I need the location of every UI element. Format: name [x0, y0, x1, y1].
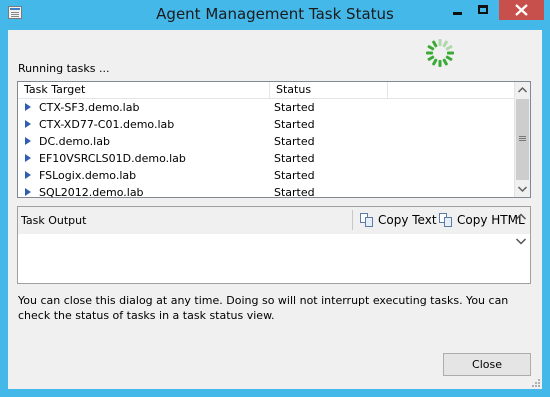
close-window-button[interactable] — [499, 0, 544, 20]
task-list-header: Task Target Status — [18, 82, 516, 99]
task-row[interactable]: CTX-XD77-C01.demo.lab Started — [18, 116, 516, 133]
task-row[interactable]: EF10VSRCLS01D.demo.lab Started — [18, 150, 516, 167]
task-output-toolbar: Task Output Copy Text Copy HTML — [18, 207, 530, 234]
task-status: Started — [274, 101, 315, 114]
dialog-client-area: Running tasks ... Task Target Status CTX… — [8, 30, 542, 389]
task-status: Started — [274, 118, 315, 131]
task-row[interactable]: CTX-SF3.demo.lab Started — [18, 99, 516, 116]
task-list-scrollbar[interactable] — [514, 82, 530, 197]
copy-icon — [439, 213, 453, 227]
expand-arrow-icon[interactable] — [25, 103, 31, 111]
column-header-task-target[interactable]: Task Target — [18, 82, 270, 98]
scroll-thumb[interactable] — [516, 99, 529, 180]
task-target: SQL2012.demo.lab — [39, 186, 144, 199]
output-scroll-down-button[interactable] — [515, 235, 527, 247]
chevron-down-icon — [515, 238, 527, 245]
task-target: EF10VSRCLS01D.demo.lab — [39, 152, 186, 165]
task-row[interactable]: DC.demo.lab Started — [18, 133, 516, 150]
column-header-status[interactable]: Status — [270, 82, 388, 98]
expand-arrow-icon[interactable] — [25, 154, 31, 162]
expand-arrow-icon[interactable] — [25, 171, 31, 179]
copy-text-label: Copy Text — [378, 213, 437, 227]
task-status: Started — [274, 135, 315, 148]
task-target: FSLogix.demo.lab — [39, 169, 137, 182]
title-bar[interactable]: Agent Management Task Status — [0, 0, 550, 28]
minimize-button[interactable] — [444, 0, 470, 20]
chevron-up-icon — [515, 213, 527, 220]
task-target: CTX-SF3.demo.lab — [39, 101, 140, 114]
task-output-label: Task Output — [21, 214, 87, 227]
expand-arrow-icon[interactable] — [25, 188, 31, 196]
task-output-panel: Task Output Copy Text Copy HTML — [17, 206, 531, 284]
task-status: Started — [274, 169, 315, 182]
task-row[interactable]: FSLogix.demo.lab Started — [18, 167, 516, 184]
task-status: Started — [274, 152, 315, 165]
output-scroll-up-button[interactable] — [515, 211, 527, 223]
task-list[interactable]: Task Target Status CTX-SF3.demo.lab Star… — [17, 81, 531, 201]
scroll-down-button[interactable] — [515, 181, 530, 197]
task-rows: CTX-SF3.demo.lab Started CTX-XD77-C01.de… — [18, 99, 516, 201]
toolbar-separator — [352, 210, 353, 230]
task-target: DC.demo.lab — [39, 135, 110, 148]
close-icon — [515, 4, 528, 16]
resize-grip-icon[interactable] — [531, 378, 541, 388]
chevron-down-icon — [517, 186, 528, 193]
task-output-text[interactable] — [18, 234, 530, 283]
task-row[interactable]: SQL2012.demo.lab Started — [18, 184, 516, 201]
copy-html-button[interactable]: Copy HTML — [439, 212, 525, 228]
maximize-button[interactable] — [470, 0, 496, 20]
running-tasks-label: Running tasks ... — [18, 62, 110, 75]
progress-spinner-icon — [426, 39, 454, 67]
panel-splitter[interactable] — [17, 201, 531, 205]
chevron-up-icon — [517, 86, 528, 93]
expand-arrow-icon[interactable] — [25, 120, 31, 128]
task-status: Started — [274, 186, 315, 199]
expand-arrow-icon[interactable] — [25, 137, 31, 145]
copy-text-button[interactable]: Copy Text — [360, 212, 437, 228]
task-target: CTX-XD77-C01.demo.lab — [39, 118, 175, 131]
close-info-text: You can close this dialog at any time. D… — [18, 294, 509, 322]
close-button[interactable]: Close — [443, 353, 531, 376]
scroll-up-button[interactable] — [515, 82, 530, 98]
dialog-window: Agent Management Task Status Running tas… — [0, 0, 550, 397]
copy-icon — [360, 213, 374, 227]
